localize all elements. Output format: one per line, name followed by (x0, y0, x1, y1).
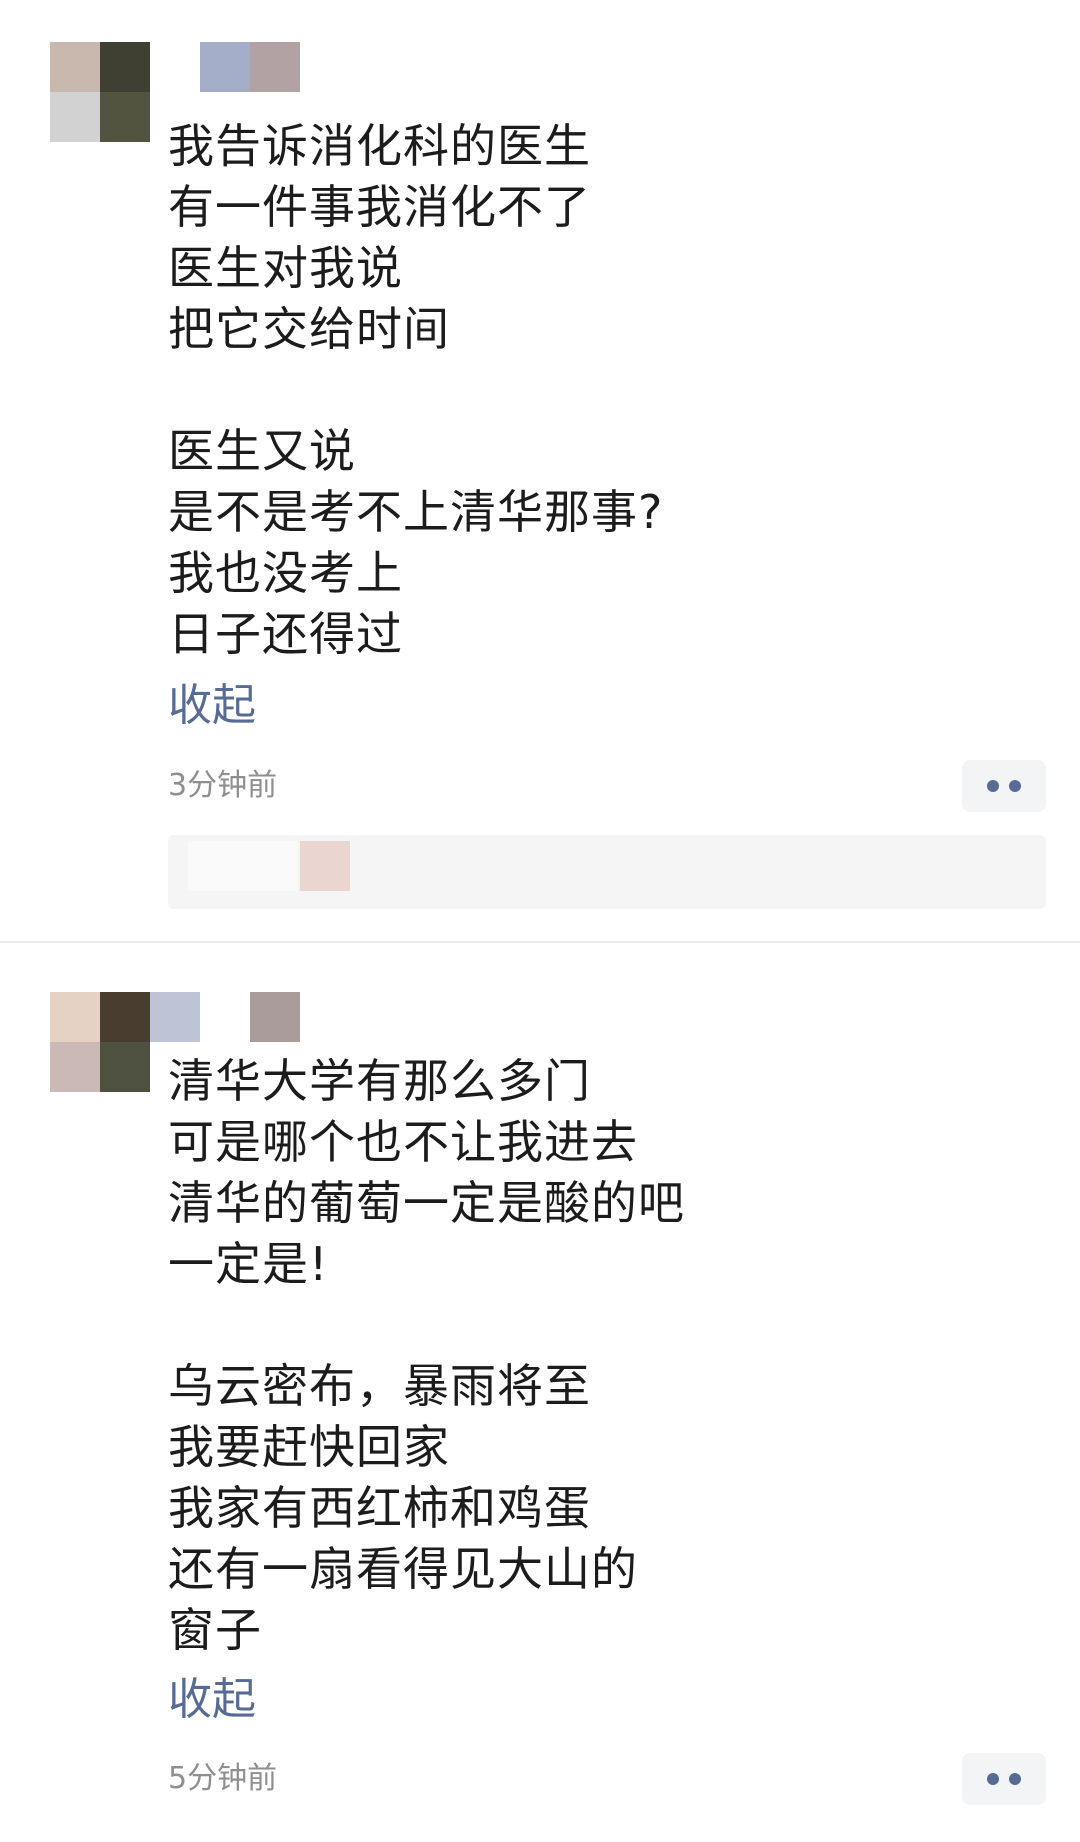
post-line: 医生对我说 (168, 241, 403, 295)
avatar-blur-cell (50, 92, 100, 142)
post-text: 我告诉消化科的医生 有一件事我消化不了 医生对我说 把它交给时间 医生又说 是不… (168, 116, 1028, 665)
more-dots-icon (1009, 1773, 1021, 1785)
post-line: 日子还得过 (168, 607, 403, 661)
post-line: 我也没考上 (168, 546, 403, 600)
collapse-link[interactable]: 收起 (168, 676, 256, 736)
post-line: 有一件事我消化不了 (168, 180, 591, 234)
post-time: 3分钟前 (168, 768, 278, 803)
blurred-name (300, 841, 350, 891)
post-line: 还有一扇看得见大山的 (168, 1542, 638, 1596)
username-blur-cell (250, 42, 300, 92)
blurred-name (188, 841, 298, 891)
avatar-blur-cell (50, 42, 100, 92)
post-line: 把它交给时间 (168, 302, 450, 356)
avatar-blur-cell (50, 992, 100, 1042)
post-divider (0, 941, 1080, 943)
post-line: 清华大学有那么多门 (168, 1054, 591, 1108)
post-line: 我家有西红柿和鸡蛋 (168, 1481, 591, 1535)
moment-post: 我告诉消化科的医生 有一件事我消化不了 医生对我说 把它交给时间 医生又说 是不… (0, 0, 1080, 942)
post-line: 是不是考不上清华那事? (168, 485, 664, 539)
more-dots-icon (987, 1773, 999, 1785)
avatar-blur-cell (100, 992, 150, 1042)
post-text: 清华大学有那么多门 可是哪个也不让我进去 清华的葡萄一定是酸的吧 一定是! 乌云… (168, 1051, 1028, 1661)
avatar[interactable] (50, 992, 150, 1092)
moment-post: 清华大学有那么多门 可是哪个也不让我进去 清华的葡萄一定是酸的吧 一定是! 乌云… (0, 944, 1080, 1842)
post-line: 窗子 (168, 1603, 262, 1657)
username-blur-cell (150, 992, 200, 1042)
post-time: 5分钟前 (168, 1761, 278, 1796)
avatar-blur-cell (50, 1042, 100, 1092)
post-line: 乌云密布，暴雨将至 (168, 1359, 591, 1413)
post-line: 清华的葡萄一定是酸的吧 (168, 1176, 685, 1230)
avatar-blur-cell (100, 1042, 150, 1092)
avatar-blur-cell (100, 42, 150, 92)
post-line: 我告诉消化科的医生 (168, 119, 591, 173)
more-dots-icon (1009, 780, 1021, 792)
username[interactable] (150, 992, 300, 1042)
post-line: 医生又说 (168, 424, 356, 478)
more-button[interactable] (962, 760, 1046, 812)
post-line: 我要赶快回家 (168, 1420, 450, 1474)
avatar-blur-cell (100, 92, 150, 142)
more-dots-icon (987, 780, 999, 792)
avatar[interactable] (50, 42, 150, 142)
post-line: 一定是! (168, 1237, 329, 1291)
more-button[interactable] (962, 1753, 1046, 1805)
post-line: 可是哪个也不让我进去 (168, 1115, 638, 1169)
username-blur-cell (200, 42, 250, 92)
username[interactable] (200, 42, 300, 92)
collapse-link[interactable]: 收起 (168, 1670, 256, 1730)
likes-comments-area (168, 835, 1046, 909)
username-blur-cell (250, 992, 300, 1042)
